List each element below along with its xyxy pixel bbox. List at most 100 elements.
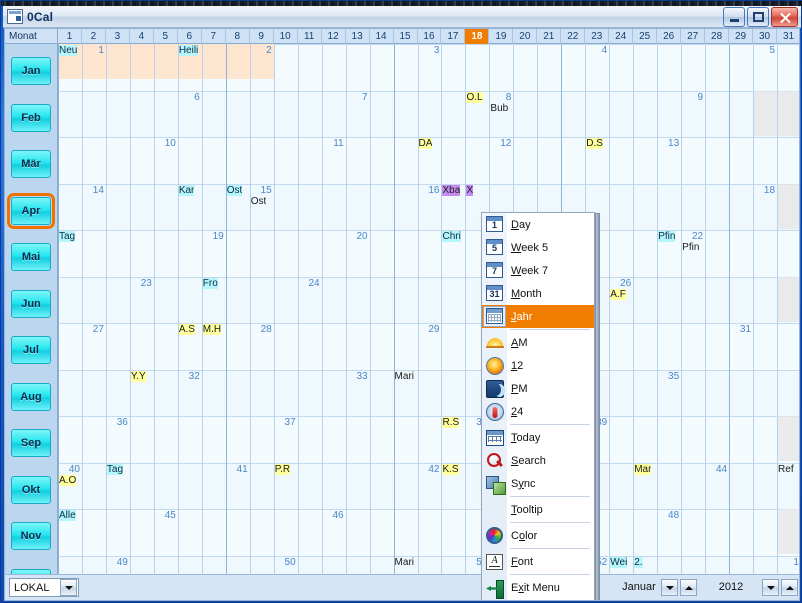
menu-item-24[interactable]: 24: [482, 400, 594, 423]
calendar-entry[interactable]: Ost: [226, 184, 243, 196]
week-number[interactable]: 44: [706, 464, 727, 475]
week-number[interactable]: 1: [83, 45, 104, 56]
view-context-menu[interactable]: 1 Day 5 Week 5 7 Week 7 31 Month Jahr AM 12 PM 24 Tod…: [481, 212, 600, 600]
menu-item-pm[interactable]: PM: [482, 377, 594, 400]
day-header-31[interactable]: 31: [777, 29, 799, 44]
month-button-jan[interactable]: Jan: [11, 57, 51, 86]
year-up-spinner[interactable]: [781, 579, 798, 596]
calendar-entry[interactable]: Pfin: [682, 242, 699, 253]
day-header-15[interactable]: 15: [394, 29, 418, 44]
month-button-nov[interactable]: Nov: [11, 522, 51, 551]
day-header-7[interactable]: 7: [202, 29, 226, 44]
calendar-row[interactable]: [58, 369, 799, 416]
month-button-okt[interactable]: Okt: [11, 475, 51, 504]
menu-item-am[interactable]: AM: [482, 331, 594, 354]
week-number[interactable]: 31: [730, 324, 751, 335]
day-header-17[interactable]: 17: [441, 29, 466, 44]
week-number[interactable]: 45: [155, 510, 176, 521]
day-header-13[interactable]: 13: [346, 29, 370, 44]
week-number[interactable]: 24: [299, 278, 320, 289]
calendar-entry[interactable]: 2.: [634, 556, 643, 568]
day-header-22[interactable]: 22: [561, 29, 586, 44]
week-number[interactable]: 14: [83, 185, 104, 196]
week-number[interactable]: 23: [131, 278, 152, 289]
month-button-sep[interactable]: Sep: [11, 429, 51, 458]
week-number[interactable]: 26: [610, 278, 631, 289]
day-header-4[interactable]: 4: [130, 29, 154, 44]
chevron-down-icon[interactable]: [60, 579, 77, 596]
week-number[interactable]: 18: [754, 185, 775, 196]
week-number[interactable]: 15: [251, 185, 272, 196]
calendar-entry[interactable]: Y.Y: [130, 370, 146, 382]
week-number[interactable]: 46: [323, 510, 343, 521]
day-header-6[interactable]: 6: [178, 29, 202, 44]
day-header-3[interactable]: 3: [106, 29, 130, 44]
menu-item-week-5[interactable]: 5 Week 5: [482, 236, 594, 259]
menu-item-search[interactable]: Search: [482, 449, 594, 472]
week-number[interactable]: 7: [347, 92, 368, 103]
calendar-entry[interactable]: Alle: [59, 510, 76, 521]
menu-item-month[interactable]: 31 Month: [482, 282, 594, 305]
calendar-entry[interactable]: Ost: [251, 196, 267, 207]
calendar-entry[interactable]: Neu: [59, 45, 78, 56]
menu-item-jahr[interactable]: Jahr: [482, 305, 594, 328]
location-combobox[interactable]: LOKAL: [9, 578, 79, 597]
week-number[interactable]: 48: [658, 510, 679, 521]
menu-item-color[interactable]: Color: [482, 524, 594, 547]
week-number[interactable]: 8: [490, 92, 512, 103]
week-number[interactable]: 22: [682, 231, 703, 242]
month-button-aug[interactable]: Aug: [11, 382, 51, 411]
calendar-entry[interactable]: Chri: [442, 231, 461, 242]
calendar-entry[interactable]: Bub: [490, 103, 508, 114]
calendar-entry[interactable]: Heili: [178, 45, 199, 56]
day-header-25[interactable]: 25: [633, 29, 658, 44]
week-number[interactable]: 19: [203, 231, 224, 242]
week-number[interactable]: 28: [251, 324, 272, 335]
week-number[interactable]: 3: [419, 45, 440, 56]
day-header-10[interactable]: 10: [274, 29, 298, 44]
month-button-mär[interactable]: Mär: [11, 150, 51, 179]
day-header-16[interactable]: 16: [418, 29, 442, 44]
calendar-entry[interactable]: Mari: [395, 557, 414, 568]
day-header-2[interactable]: 2: [82, 29, 106, 44]
calendar-entry[interactable]: DA: [418, 138, 433, 149]
day-header-8[interactable]: 8: [226, 29, 250, 44]
minimize-button[interactable]: [723, 7, 745, 27]
calendar-entry[interactable]: A.S: [178, 324, 195, 335]
week-number[interactable]: 35: [658, 371, 679, 382]
week-number[interactable]: 6: [179, 92, 200, 103]
calendar-row[interactable]: [58, 416, 799, 463]
week-number[interactable]: 41: [227, 464, 248, 475]
calendar-entry[interactable]: M.H: [202, 324, 222, 335]
day-header-12[interactable]: 12: [322, 29, 346, 44]
week-number[interactable]: 2: [251, 45, 272, 56]
day-header-27[interactable]: 27: [681, 29, 706, 44]
day-header-18[interactable]: 18: [465, 29, 490, 44]
week-number[interactable]: 10: [155, 138, 176, 149]
week-number[interactable]: 11: [323, 138, 343, 149]
menu-item-12[interactable]: 12: [482, 354, 594, 377]
menu-item-sync[interactable]: Sync: [482, 472, 594, 495]
menu-item-week-7[interactable]: 7 Week 7: [482, 259, 594, 282]
week-number[interactable]: 13: [658, 138, 679, 149]
calendar-entry[interactable]: D.S: [586, 138, 603, 149]
calendar-entry[interactable]: Kar: [178, 184, 195, 196]
calendar-entry[interactable]: Wei: [610, 556, 628, 568]
week-number[interactable]: 20: [347, 231, 367, 242]
calendar-entry[interactable]: Mari: [395, 371, 414, 382]
month-button-feb[interactable]: Feb: [11, 103, 51, 132]
day-header-5[interactable]: 5: [154, 29, 178, 44]
week-number[interactable]: 33: [347, 371, 367, 382]
week-number[interactable]: 42: [419, 464, 439, 475]
day-header-24[interactable]: 24: [609, 29, 634, 44]
calendar-entry[interactable]: Ref: [778, 464, 794, 475]
month-down-spinner[interactable]: [661, 579, 678, 596]
week-number[interactable]: 50: [275, 557, 296, 568]
menu-item-font[interactable]: A Font: [482, 550, 594, 573]
calendar-entry[interactable]: Mar: [634, 463, 652, 475]
week-number[interactable]: 32: [179, 371, 200, 382]
calendar-entry[interactable]: P.R: [274, 463, 291, 475]
week-number[interactable]: 37: [275, 417, 296, 428]
week-number[interactable]: 27: [83, 324, 104, 335]
calendar-entry[interactable]: Tag: [59, 231, 76, 242]
